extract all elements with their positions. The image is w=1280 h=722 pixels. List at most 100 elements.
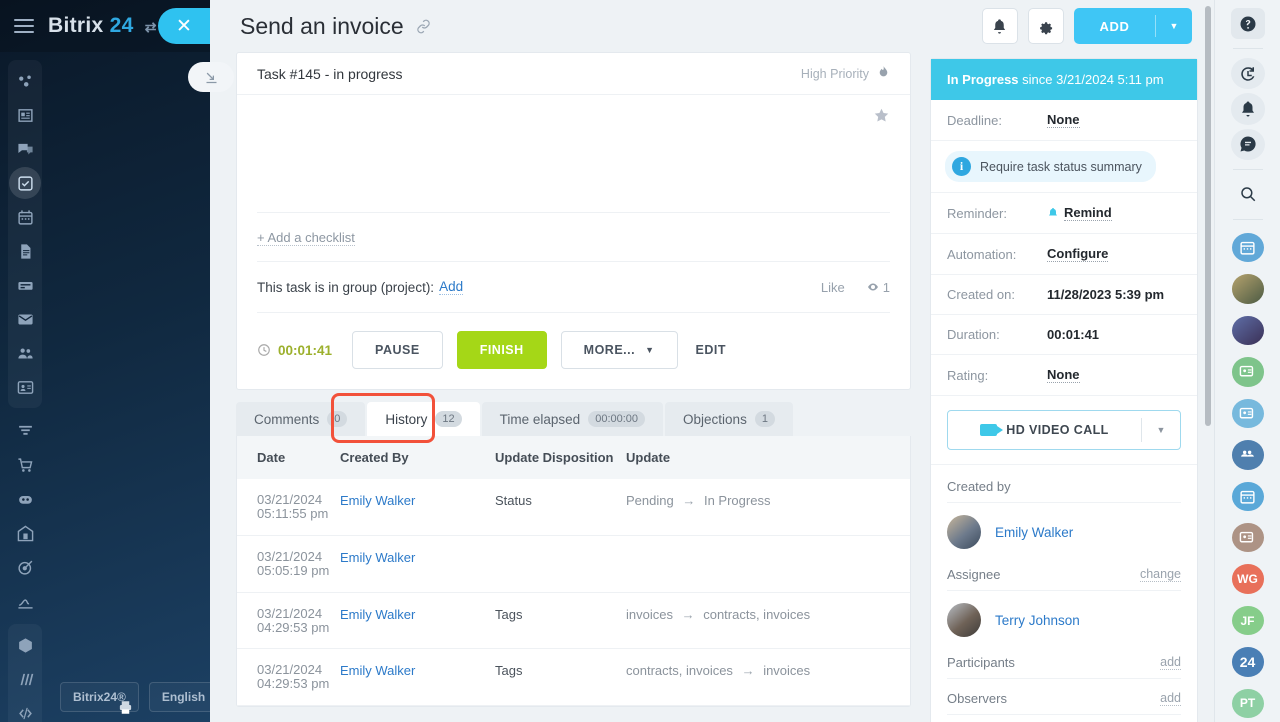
created-by-person: Emily Walker bbox=[947, 503, 1181, 567]
vertical-scrollbar[interactable] bbox=[1205, 6, 1211, 426]
star-icon[interactable] bbox=[873, 107, 890, 129]
column-header-created-by: Created By bbox=[340, 436, 495, 479]
reminder-value[interactable]: Remind bbox=[1064, 205, 1112, 221]
task-group-add-link[interactable]: Add bbox=[439, 279, 464, 295]
assignee-change-link[interactable]: change bbox=[1139, 567, 1181, 582]
tasks-icon[interactable] bbox=[9, 167, 41, 199]
sign-icon[interactable] bbox=[9, 585, 41, 617]
search-icon[interactable] bbox=[1231, 179, 1265, 210]
code-icon[interactable] bbox=[9, 697, 41, 722]
collapse-panel-icon[interactable] bbox=[188, 62, 234, 92]
help-icon[interactable] bbox=[1230, 8, 1265, 40]
add-button[interactable]: ADD ▼ bbox=[1073, 8, 1192, 44]
row-update-from: Pending bbox=[626, 493, 674, 508]
menu-toggle-icon[interactable] bbox=[14, 19, 34, 33]
contact-avatar-brown[interactable] bbox=[1231, 522, 1264, 553]
contacts-icon[interactable] bbox=[9, 371, 41, 403]
calendar-icon[interactable] bbox=[9, 201, 41, 233]
contact-avatar-blue[interactable] bbox=[1231, 398, 1264, 429]
observers-add-link[interactable]: add bbox=[1160, 691, 1181, 706]
documents-icon[interactable] bbox=[9, 235, 41, 267]
bot-icon[interactable] bbox=[9, 483, 41, 515]
user-link[interactable]: Emily Walker bbox=[340, 550, 415, 565]
user-link[interactable]: Emily Walker bbox=[340, 663, 415, 678]
task-description-area[interactable] bbox=[257, 95, 890, 213]
link-icon[interactable] bbox=[416, 19, 431, 34]
bitrix-logo[interactable]: Bitrix 24 ⇄ bbox=[48, 14, 157, 38]
main-content: Send an invoice ADD ▼ Task #145 - in pro… bbox=[210, 0, 1214, 722]
tab-objections[interactable]: Objections 1 bbox=[665, 402, 793, 436]
tab-objections-badge: 1 bbox=[754, 411, 775, 427]
user-avatar-1[interactable] bbox=[1231, 274, 1264, 304]
rating-value[interactable]: None bbox=[1047, 367, 1080, 383]
box-icon[interactable] bbox=[9, 629, 41, 661]
tab-history[interactable]: History 12 bbox=[367, 402, 480, 436]
created-by-name[interactable]: Emily Walker bbox=[995, 525, 1073, 540]
sliders-icon[interactable]: ⇄ bbox=[145, 19, 157, 35]
avatar[interactable] bbox=[947, 603, 981, 637]
language-footer-button[interactable]: English bbox=[148, 682, 219, 712]
group-chat-avatar[interactable] bbox=[1231, 440, 1264, 470]
like-button[interactable]: Like bbox=[821, 280, 845, 295]
status-summary-chip[interactable]: i Require task status summary bbox=[945, 151, 1156, 182]
duration-label: Duration: bbox=[947, 327, 1000, 342]
gear-icon[interactable] bbox=[1027, 8, 1064, 44]
network-icon[interactable] bbox=[9, 65, 41, 97]
calendar-avatar-2[interactable] bbox=[1231, 481, 1264, 511]
contact-avatar-green[interactable] bbox=[1231, 357, 1264, 387]
hd-video-call-main[interactable]: HD VIDEO CALL bbox=[948, 423, 1141, 437]
edit-button[interactable]: EDIT bbox=[692, 343, 730, 357]
close-panel-button[interactable]: ✕ bbox=[158, 8, 210, 44]
initials-avatar-pt[interactable]: PT bbox=[1231, 688, 1264, 719]
analytics-icon[interactable] bbox=[9, 663, 41, 695]
add-checklist-link[interactable]: + Add a checklist bbox=[257, 230, 355, 246]
tab-time-elapsed-badge: 00:00:00 bbox=[588, 411, 646, 427]
sidebar-group-primary bbox=[8, 60, 42, 408]
finish-button[interactable]: FINISH bbox=[456, 331, 547, 369]
calendar-avatar[interactable] bbox=[1231, 233, 1264, 263]
hd-video-call-button[interactable]: HD VIDEO CALL ▼ bbox=[947, 410, 1181, 450]
avatar[interactable] bbox=[947, 515, 981, 549]
header-actions: ADD ▼ bbox=[981, 8, 1192, 44]
print-icon[interactable] bbox=[118, 700, 133, 720]
row-update-from: contracts, invoices bbox=[626, 663, 733, 679]
bell-small-icon bbox=[1047, 207, 1059, 219]
tab-comments[interactable]: Comments 0 bbox=[236, 402, 366, 436]
bell-icon[interactable] bbox=[981, 8, 1018, 44]
cart-icon[interactable] bbox=[9, 449, 41, 481]
mail-icon[interactable] bbox=[9, 303, 41, 335]
chevron-down-icon[interactable]: ▼ bbox=[1142, 425, 1180, 435]
sidebar-icon-rail: S U bbox=[8, 60, 42, 722]
company-icon[interactable] bbox=[9, 517, 41, 549]
feed-icon[interactable] bbox=[9, 99, 41, 131]
drive-icon[interactable] bbox=[9, 269, 41, 301]
user-link[interactable]: Emily Walker bbox=[340, 493, 415, 508]
user-link[interactable]: Emily Walker bbox=[340, 607, 415, 622]
more-button[interactable]: MORE... ▼ bbox=[560, 331, 678, 369]
history-table: Date Created By Update Disposition Updat… bbox=[237, 436, 910, 707]
bitrix24-avatar[interactable]: 24 bbox=[1231, 647, 1264, 677]
initials-avatar-jf[interactable]: JF bbox=[1231, 605, 1264, 636]
funnel-icon[interactable] bbox=[9, 415, 41, 447]
initials-avatar-wg[interactable]: WG bbox=[1231, 564, 1264, 594]
chat-icon[interactable] bbox=[9, 133, 41, 165]
tab-time-elapsed[interactable]: Time elapsed 00:00:00 bbox=[481, 402, 664, 436]
pause-button[interactable]: PAUSE bbox=[352, 331, 443, 369]
deadline-label: Deadline: bbox=[947, 112, 1002, 128]
automation-value[interactable]: Configure bbox=[1047, 246, 1109, 262]
sidebar-footer: Bitrix24® English bbox=[60, 682, 219, 712]
target-icon[interactable] bbox=[9, 551, 41, 583]
messages-icon[interactable] bbox=[1230, 128, 1265, 160]
history-clock-icon[interactable] bbox=[1230, 58, 1265, 90]
rail-divider bbox=[1232, 219, 1263, 221]
participants-add-link[interactable]: add bbox=[1160, 655, 1181, 670]
chevron-down-icon[interactable]: ▼ bbox=[1156, 21, 1192, 31]
hd-video-call-label: HD VIDEO CALL bbox=[1006, 423, 1109, 437]
row-update: Pending → In Progress bbox=[626, 479, 910, 536]
groups-icon[interactable] bbox=[9, 337, 41, 369]
notification-bell-icon[interactable] bbox=[1230, 93, 1265, 125]
assignee-name[interactable]: Terry Johnson bbox=[995, 613, 1080, 628]
deadline-value[interactable]: None bbox=[1047, 112, 1080, 128]
row-created-by: Emily Walker bbox=[340, 535, 495, 593]
user-avatar-2[interactable] bbox=[1231, 315, 1264, 346]
